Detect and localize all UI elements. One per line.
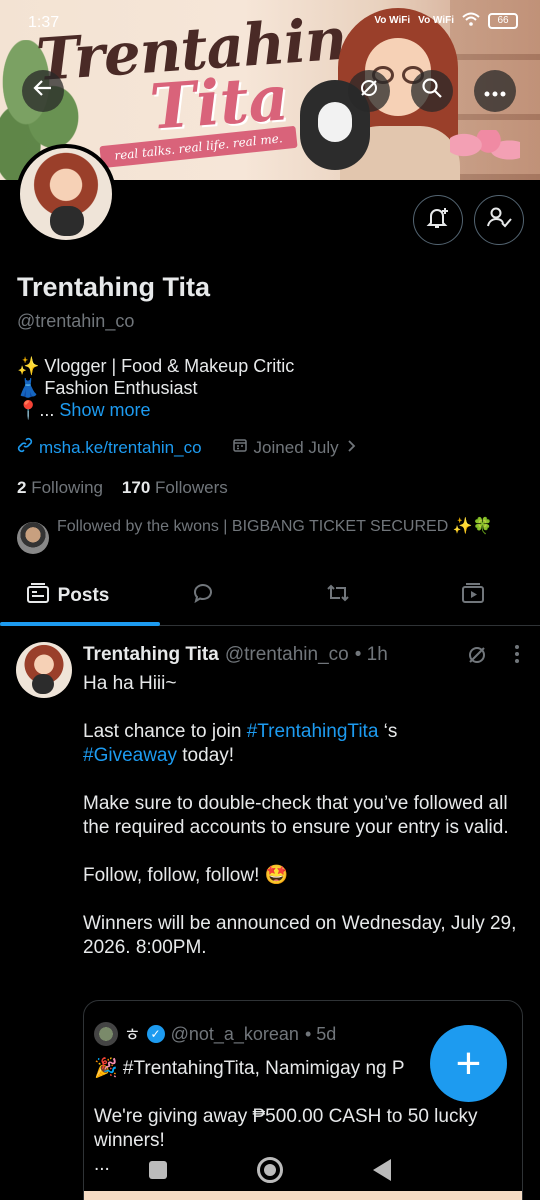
tab-reposts[interactable] [270,566,405,626]
profile-tabs: Posts [0,566,540,626]
tab-posts[interactable]: Posts [0,566,135,626]
bio-line-2: 👗 Fashion Enthusiast [17,378,198,398]
active-tab-indicator [0,622,160,626]
post-header: Trentahing Tita @trentahin_co • 1h [83,644,388,666]
hashtag-link[interactable]: #TrentahingTita [247,721,379,742]
bio-line-1: ✨ Vlogger | Food & Makeup Critic [17,356,295,376]
post-paragraph-5: Winners will be announced on Wednesday, … [83,913,517,958]
post-author-handle[interactable]: @trentahin_co [225,644,349,666]
bio-line-3: 📍... [17,400,60,420]
profile-handle: @trentahin_co [17,311,135,331]
link-icon [17,437,33,458]
more-options-button[interactable] [474,70,516,112]
search-icon [421,77,443,105]
notify-button[interactable] [413,195,463,245]
network-indicator-1: Vo WiFi [374,14,411,26]
more-dots-icon [484,80,506,103]
quoted-avatar [94,1022,118,1046]
profile-meta: msha.ke/trentahin_co Joined July [17,437,357,458]
status-time: 1:37 [28,14,60,31]
followed-by-text: Followed by the kwons | BIGBANG TICKET S… [57,518,493,535]
hashtag-link[interactable]: #Giveaway [83,745,177,766]
post-actions-top [466,644,520,671]
show-more-link[interactable]: Show more [59,400,150,420]
post-time[interactable]: • 1h [355,644,388,666]
post-paragraph-2: Last chance to join #TrentahingTita ‘s #G… [83,721,398,766]
compose-post-button[interactable]: + [430,1025,507,1102]
post-line-1: Ha ha Hiii~ [83,673,177,694]
followed-by[interactable]: Followed by the kwons | BIGBANG TICKET S… [17,516,527,554]
repost-icon [325,582,351,610]
arrow-left-icon [32,77,54,105]
banner-tulips [450,130,520,180]
tab-replies[interactable] [135,566,270,626]
search-button[interactable] [411,70,453,112]
network-indicator-2: Vo WiFi [418,14,454,26]
followers-link[interactable]: 170 Followers [122,478,228,497]
profile-name: Trentahing Tita [17,272,211,302]
wifi-icon [462,12,480,29]
following-status-button[interactable] [474,195,524,245]
post-author-name[interactable]: Trentahing Tita [83,644,219,666]
calendar-icon [232,437,248,458]
verified-badge-icon: ✓ [146,1025,165,1043]
plus-icon: + [455,1038,482,1088]
posts-icon [26,582,50,610]
more-vertical-icon[interactable] [514,644,520,671]
reply-bubble-icon [191,581,215,611]
status-bar: 1:37 Vo WiFi Vo WiFi 66 [0,0,540,44]
profile-bio: ✨ Vlogger | Food & Makeup Critic 👗 Fashi… [17,355,294,421]
battery-icon: 66 [488,12,518,29]
joined-date[interactable]: Joined July [254,438,339,458]
tab-media[interactable] [405,566,540,626]
home-button[interactable] [257,1157,283,1183]
grok-button[interactable] [348,70,390,112]
media-icon [461,582,485,610]
quoted-author-handle: @not_a_korean [170,1023,299,1044]
back-button[interactable] [22,70,64,112]
grok-icon [358,77,380,105]
follower-avatar [17,522,49,554]
post-paragraph-3: Make sure to double-check that you’ve fo… [83,793,509,838]
tab-posts-label: Posts [57,585,110,606]
quoted-author-name: ㅎ [124,1025,141,1045]
recent-apps-button[interactable] [149,1161,167,1179]
profile-avatar[interactable] [16,144,116,244]
profile-website-link[interactable]: msha.ke/trentahin_co [39,438,202,458]
user-check-icon [486,205,512,236]
chevron-right-icon [345,438,357,458]
following-link[interactable]: 2 Following [17,478,103,497]
follow-stats: 2 Following 170 Followers [17,478,228,498]
post-paragraph-4: Follow, follow, follow! 🤩 [83,865,289,886]
grok-icon[interactable] [466,644,488,671]
quoted-time: • 5d [304,1023,337,1044]
bell-plus-icon [425,205,451,236]
system-nav-bar [0,1140,540,1200]
post-avatar[interactable] [16,642,72,698]
quoted-post-header: ㅎ ✓ @not_a_korean • 5d [94,1021,336,1047]
post-body[interactable]: Ha ha Hiii~ Last chance to join #Trentah… [83,672,523,984]
system-back-button[interactable] [373,1159,391,1181]
